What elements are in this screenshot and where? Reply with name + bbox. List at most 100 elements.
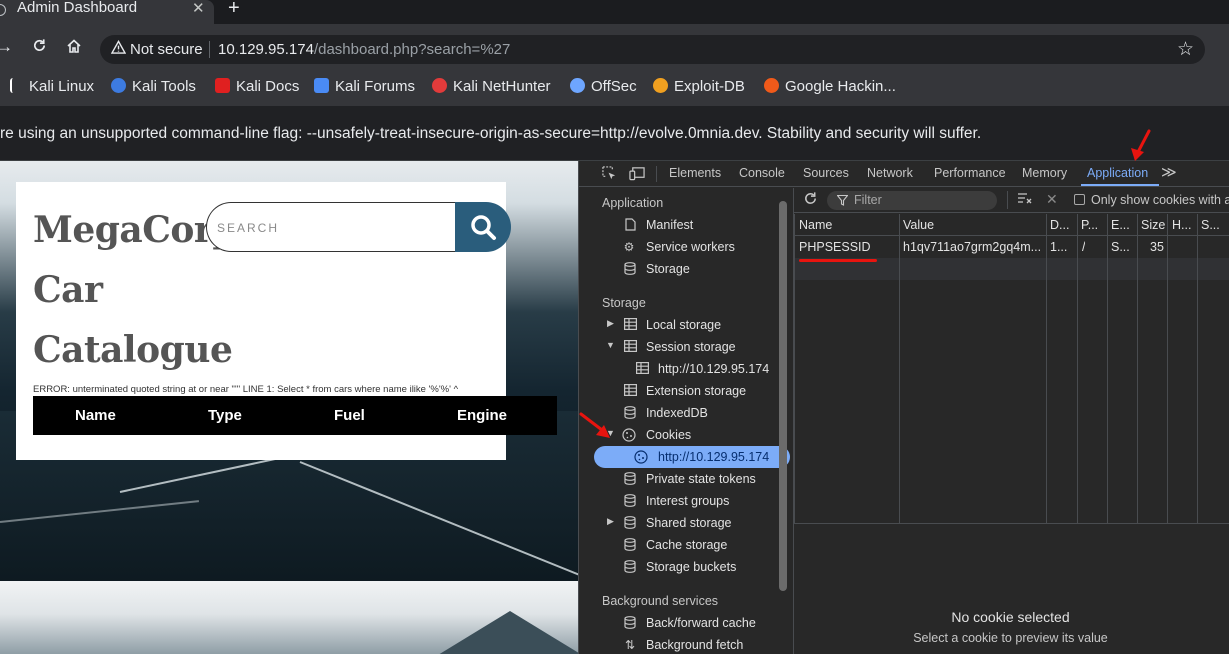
sidebar-item-local-storage[interactable]: ▶ Local storage	[594, 314, 790, 336]
sidebar-item-extension-storage[interactable]: Extension storage	[594, 380, 790, 402]
url-text[interactable]: 10.129.95.174/dashboard.php?search=%27	[218, 41, 510, 58]
tab-close-icon[interactable]: ✕	[192, 0, 205, 17]
header-httponly[interactable]: H...	[1172, 218, 1197, 232]
globe-icon	[0, 4, 6, 16]
inspect-element-icon[interactable]	[602, 166, 618, 180]
new-tab-button[interactable]: +	[228, 0, 240, 20]
header-expires[interactable]: E...	[1111, 218, 1136, 232]
search-button[interactable]	[455, 202, 511, 252]
cookies-panel: Filter ✕ Only show cookies with an Name …	[794, 188, 1229, 654]
column-divider[interactable]	[1046, 214, 1047, 524]
bookmark-star-icon[interactable]: ☆	[1177, 38, 1194, 61]
site-title-line: Catalogue	[33, 329, 233, 371]
database-icon	[623, 472, 637, 486]
section-background-services: Background services	[602, 594, 719, 608]
not-secure-label[interactable]: Not secure	[130, 41, 203, 58]
bookmark-label: Exploit-DB	[674, 78, 745, 95]
bookmark-kali-forums[interactable]: Kali Forums	[314, 78, 415, 95]
sidebar-scrollbar[interactable]	[779, 201, 787, 591]
bookmark-offsec[interactable]: OffSec	[570, 78, 637, 95]
sidebar-label: Session storage	[646, 340, 736, 354]
column-divider[interactable]	[1137, 214, 1138, 524]
bookmark-kali-tools[interactable]: Kali Tools	[111, 78, 196, 95]
tab-application[interactable]: Application	[1087, 166, 1148, 180]
sidebar-item-cache-storage[interactable]: Cache storage	[594, 534, 790, 556]
cars-table-header: Name Type Fuel Engine	[33, 396, 557, 435]
nethunter-icon	[432, 78, 447, 93]
header-secure[interactable]: S...	[1201, 218, 1226, 232]
header-name[interactable]: Name	[799, 218, 832, 232]
sidebar-label: IndexedDB	[646, 406, 708, 420]
sidebar-item-private-state-tokens[interactable]: Private state tokens	[594, 468, 790, 490]
header-value[interactable]: Value	[903, 218, 934, 232]
reload-icon[interactable]	[32, 38, 47, 57]
sidebar-label: Interest groups	[646, 494, 730, 508]
cookie-name: PHPSESSID	[799, 240, 871, 254]
sidebar-item-cookies[interactable]: ▼ Cookies	[594, 424, 790, 446]
device-toolbar-icon[interactable]	[629, 166, 645, 181]
gear-icon: ⚙	[623, 240, 635, 254]
address-bar[interactable]: Not secure 10.129.95.174/dashboard.php?s…	[100, 35, 1205, 64]
kali-forums-icon	[314, 78, 329, 93]
cookie-value: h1qv711ao7grm2gq4m...	[903, 240, 1042, 254]
bookmark-label: Kali Tools	[132, 78, 196, 95]
column-divider[interactable]	[1197, 214, 1198, 524]
bookmark-kali-docs[interactable]: Kali Docs	[215, 78, 299, 95]
sidebar-item-interest-groups[interactable]: Interest groups	[594, 490, 790, 512]
refresh-icon[interactable]	[803, 191, 818, 211]
more-tabs-icon[interactable]: ≫	[1161, 163, 1177, 181]
column-divider[interactable]	[1077, 214, 1078, 524]
header-size[interactable]: Size	[1141, 218, 1165, 232]
filter-input[interactable]: Filter	[827, 191, 997, 210]
collapse-triangle-icon[interactable]: ▼	[606, 340, 615, 350]
devtools-tabbar: Elements Console Sources Network Perform…	[579, 161, 1229, 187]
sidebar-label: Shared storage	[646, 516, 732, 530]
tab-console[interactable]: Console	[739, 166, 785, 180]
tab-performance[interactable]: Performance	[934, 166, 1006, 180]
header-domain[interactable]: D...	[1050, 218, 1075, 232]
sidebar-item-service-workers[interactable]: ⚙ Service workers	[594, 236, 790, 258]
column-divider[interactable]	[1107, 214, 1108, 524]
sidebar-item-cookies-origin[interactable]: http://10.129.95.174	[594, 446, 790, 468]
tab-sources[interactable]: Sources	[803, 166, 849, 180]
search-input[interactable]	[217, 217, 447, 239]
expand-triangle-icon[interactable]: ▶	[607, 318, 614, 329]
forward-arrow-icon[interactable]: →	[0, 38, 13, 56]
sidebar-item-indexeddb[interactable]: IndexedDB	[594, 402, 790, 424]
warning-triangle-icon[interactable]	[110, 39, 127, 58]
sidebar-item-session-storage[interactable]: ▼ Session storage	[594, 336, 790, 358]
preview-subtitle: Select a cookie to preview its value	[913, 631, 1108, 645]
tab-strip: Admin Dashboard ✕ +	[0, 0, 1229, 24]
bookmark-label: Kali Docs	[236, 78, 300, 95]
sidebar-item-shared-storage[interactable]: ▶ Shared storage	[594, 512, 790, 534]
bookmark-google-hacking[interactable]: Google Hackin...	[764, 78, 896, 95]
filter-placeholder: Filter	[854, 193, 882, 207]
bookmark-exploit-db[interactable]: Exploit-DB	[653, 78, 745, 95]
tab-network[interactable]: Network	[867, 166, 913, 180]
tab-elements[interactable]: Elements	[669, 166, 721, 180]
bookmarks-bar: Kali Linux Kali Tools Kali Docs Kali For…	[0, 70, 1229, 106]
header-path[interactable]: P...	[1081, 218, 1106, 232]
clear-filtered-icon[interactable]	[1017, 192, 1032, 208]
bookmark-kali-nethunter[interactable]: Kali NetHunter	[432, 78, 551, 95]
expand-triangle-icon[interactable]: ▶	[607, 516, 614, 527]
sidebar-item-storage-buckets[interactable]: Storage buckets	[594, 556, 790, 578]
delete-cookie-icon[interactable]: ✕	[1046, 191, 1058, 208]
home-icon[interactable]	[66, 38, 82, 58]
sidebar-label: http://10.129.95.174	[658, 450, 770, 464]
only-show-issues-checkbox[interactable]: Only show cookies with an	[1074, 193, 1229, 207]
sidebar-item-storage[interactable]: Storage	[594, 258, 790, 280]
bookmark-label: Kali Forums	[335, 78, 416, 95]
document-icon	[623, 218, 637, 232]
column-divider[interactable]	[899, 214, 900, 524]
tab-memory[interactable]: Memory	[1022, 166, 1067, 180]
column-divider[interactable]	[1167, 214, 1168, 524]
checkbox[interactable]	[1074, 194, 1085, 205]
sidebar-item-manifest[interactable]: Manifest	[594, 214, 790, 236]
tab-admin-dashboard[interactable]: Admin Dashboard ✕	[0, 0, 214, 24]
bookmark-kali-linux[interactable]: Kali Linux	[10, 78, 94, 95]
cookie-row[interactable]: PHPSESSID h1qv711ao7grm2gq4m... 1... / S…	[795, 236, 1229, 258]
updown-arrows-icon: ⇅	[624, 638, 636, 652]
sidebar-item-session-origin[interactable]: http://10.129.95.174	[594, 358, 790, 380]
site-title-line: Car	[33, 269, 103, 311]
